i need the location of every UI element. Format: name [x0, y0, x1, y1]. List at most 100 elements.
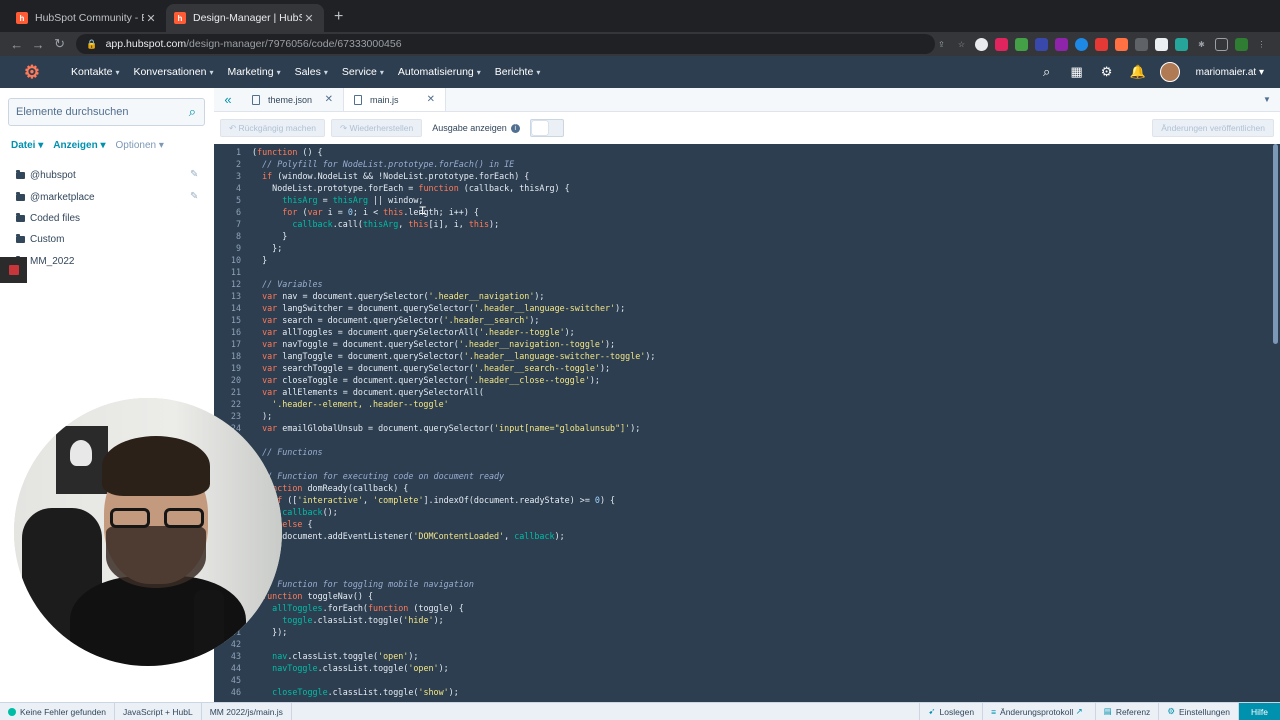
- output-toggle[interactable]: [529, 119, 564, 137]
- share-icon[interactable]: ⇪: [935, 38, 948, 51]
- rocket-icon: ➹: [928, 706, 936, 716]
- line-number: 15: [230, 315, 241, 325]
- close-tab-icon[interactable]: ✕: [144, 12, 158, 25]
- nav-item-automatisierung[interactable]: Automatisierung ▾: [391, 66, 488, 78]
- language-mode[interactable]: JavaScript + HubL: [115, 703, 202, 720]
- browser-tab-community[interactable]: h HubSpot Community - Betreff... ✕: [8, 4, 166, 32]
- tab-main-js[interactable]: main.js ✕: [344, 88, 446, 111]
- publish-changes-button[interactable]: Änderungen veröffentlichen: [1152, 119, 1274, 137]
- error-status-label: Keine Fehler gefunden: [20, 706, 107, 717]
- folder-marketplace[interactable]: @marketplace: [16, 192, 95, 203]
- extension-icon[interactable]: [1235, 37, 1248, 51]
- nav-item-label: Konversationen: [133, 66, 207, 78]
- line-number: 16: [230, 327, 241, 337]
- marketplace-icon[interactable]: ▦: [1070, 64, 1084, 80]
- line-number: 4: [235, 183, 241, 193]
- extension-icon[interactable]: [1155, 37, 1168, 51]
- nav-item-berichte[interactable]: Berichte ▾: [488, 66, 548, 78]
- folder-custom[interactable]: Custom: [16, 234, 64, 245]
- extension-icon[interactable]: [1095, 37, 1108, 51]
- menu-optionen[interactable]: Optionen ▾: [116, 140, 164, 151]
- puzzle-icon[interactable]: ✱: [1195, 38, 1208, 51]
- error-status[interactable]: Keine Fehler gefunden: [0, 703, 116, 720]
- reload-icon[interactable]: ↻: [49, 36, 70, 52]
- chevron-down-icon: ▾: [209, 68, 214, 77]
- folder-hubspot[interactable]: @hubspot: [16, 170, 76, 181]
- chevron-down-icon[interactable]: ▼: [1254, 88, 1280, 111]
- nav-item-service[interactable]: Service ▾: [335, 66, 391, 78]
- menu-dots-icon[interactable]: ⋮: [1255, 38, 1268, 51]
- sidebar-icon[interactable]: [1215, 37, 1228, 51]
- account-menu[interactable]: mariomaier.at ▾: [1196, 67, 1264, 78]
- user-name: mariomaier.at: [1195, 66, 1257, 78]
- editor-tab-bar: « theme.json ✕ main.js ✕ ▼: [214, 88, 1280, 112]
- line-number: 8: [235, 231, 241, 241]
- extension-icon[interactable]: [975, 37, 988, 51]
- changelog-link[interactable]: ≡ Änderungsprotokoll ↗: [982, 703, 1095, 720]
- extension-icon[interactable]: [1115, 37, 1128, 51]
- line-number: 21: [230, 387, 241, 397]
- settings-gear-icon[interactable]: ⚙: [1100, 64, 1114, 80]
- get-started-link[interactable]: ➹ Loslegen: [919, 703, 982, 720]
- extension-icon[interactable]: [1015, 37, 1028, 51]
- code-text: callback.call(thisArg, this[i], i, this)…: [292, 219, 500, 229]
- recording-indicator-icon[interactable]: [0, 257, 27, 283]
- folder-label: @hubspot: [30, 170, 76, 181]
- pin-icon[interactable]: ✎: [190, 191, 198, 202]
- extension-icon[interactable]: [1135, 37, 1148, 51]
- nav-item-sales[interactable]: Sales ▾: [288, 66, 335, 78]
- pin-icon[interactable]: ✎: [190, 169, 198, 180]
- close-tab-icon[interactable]: ✕: [302, 12, 316, 25]
- line-number: 5: [235, 195, 241, 205]
- code-text: var search = document.querySelector('.he…: [262, 315, 540, 325]
- nav-item-konversationen[interactable]: Konversationen ▾: [126, 66, 220, 78]
- file-path: MM 2022/js/main.js: [202, 703, 292, 720]
- search-icon[interactable]: ⌕: [1040, 64, 1054, 80]
- link-label: Loslegen: [939, 706, 975, 717]
- line-number: 11: [230, 267, 241, 277]
- extension-icon[interactable]: [1035, 37, 1048, 51]
- code-text: // Function for toggling mobile navigati…: [262, 579, 474, 589]
- help-button[interactable]: Hilfe: [1237, 703, 1280, 720]
- collapse-panel-icon[interactable]: «: [214, 88, 242, 111]
- nav-item-marketing[interactable]: Marketing ▾: [220, 66, 287, 78]
- publish-label: Änderungen veröffentlichen: [1161, 123, 1265, 133]
- link-label: Änderungsprotokoll: [1000, 706, 1074, 717]
- menu-datei[interactable]: Datei ▾: [11, 140, 43, 151]
- folder-coded-files[interactable]: Coded files: [16, 213, 80, 224]
- new-tab-icon[interactable]: +: [334, 8, 343, 26]
- hubspot-logo-icon[interactable]: ⚙: [0, 62, 64, 83]
- extension-icon[interactable]: [1055, 37, 1068, 51]
- forward-icon[interactable]: →: [27, 37, 48, 52]
- back-icon[interactable]: ←: [6, 37, 27, 52]
- url-input[interactable]: 🔒 app.hubspot.com/design-manager/7976056…: [76, 34, 935, 54]
- editor-scrollbar[interactable]: [1273, 144, 1278, 344]
- tab-theme-json[interactable]: theme.json ✕: [242, 88, 344, 111]
- close-icon[interactable]: ✕: [325, 94, 333, 105]
- code-text: var closeToggle = document.querySelector…: [262, 375, 600, 385]
- settings-link[interactable]: ⚙ Einstellungen: [1158, 703, 1238, 720]
- redo-button[interactable]: ↷ Wiederherstellen: [330, 119, 423, 137]
- menu-anzeigen[interactable]: Anzeigen ▾: [53, 140, 105, 151]
- code-editor[interactable]: ⌶ 1 (function () {2 // Polyfill for NodeL…: [214, 144, 1280, 702]
- menu-label: Datei: [11, 140, 36, 151]
- folder-icon: [16, 213, 25, 222]
- code-text: if (['interactive', 'complete'].indexOf(…: [272, 495, 616, 505]
- search-input[interactable]: Elemente durchsuchen ⌕: [8, 98, 205, 126]
- extension-icon[interactable]: [995, 37, 1008, 51]
- code-text: NodeList.prototype.forEach = function (c…: [252, 183, 570, 193]
- nav-item-kontakte[interactable]: Kontakte ▾: [64, 66, 126, 78]
- bookmark-star-icon[interactable]: ☆: [955, 38, 968, 51]
- extension-icon[interactable]: [1075, 37, 1088, 51]
- undo-button[interactable]: ↶ Rückgängig machen: [220, 119, 325, 137]
- extension-icon[interactable]: [1175, 37, 1188, 51]
- notifications-bell-icon[interactable]: 🔔: [1130, 64, 1146, 80]
- close-icon[interactable]: ✕: [427, 94, 435, 105]
- reference-link[interactable]: ▤ Referenz: [1094, 703, 1159, 720]
- avatar[interactable]: [1159, 62, 1180, 82]
- browser-tab-design-manager[interactable]: h Design-Manager | HubSpot ✕: [166, 4, 324, 32]
- search-icon[interactable]: ⌕: [189, 104, 196, 120]
- file-icon: [354, 94, 362, 105]
- info-icon[interactable]: i: [510, 123, 520, 133]
- line-number: 19: [230, 363, 241, 373]
